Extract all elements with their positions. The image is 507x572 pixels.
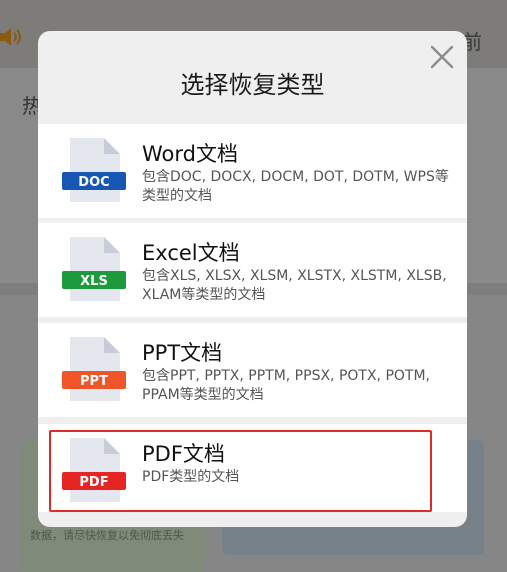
recovery-type-dialog: 选择恢复类型 DOC Word文档 包含DOC, DOCX, DOCM, DOT… [38,31,467,527]
option-pdf[interactable]: PDF PDF文档 PDF类型的文档 [38,424,467,512]
option-word[interactable]: DOC Word文档 包含DOC, DOCX, DOCM, DOT, DOTM,… [38,124,467,218]
pdf-file-icon: PDF [62,438,126,502]
option-word-title: Word文档 [142,142,238,166]
doc-file-icon: DOC [62,138,126,202]
pdf-badge-text: PDF [79,475,108,490]
xls-file-icon: XLS [62,237,126,301]
close-icon[interactable] [428,43,456,71]
option-ppt[interactable]: PPT PPT文档 包含PPT, PPTX, PPTM, PPSX, POTX,… [38,323,467,417]
ppt-file-icon: PPT [62,337,126,401]
option-ppt-title: PPT文档 [142,341,223,365]
option-pdf-title: PDF文档 [142,442,225,466]
ppt-badge-text: PPT [80,374,108,389]
xls-badge-text: XLS [80,274,108,289]
speaker-icon [0,28,21,46]
option-excel-desc: 包含XLS, XLSX, XLSM, XLSTX, XLSTM, XLSB, X… [142,268,447,303]
background-banner-text: 数据，请尽快恢复以免彻底丢失 [30,529,184,542]
option-pdf-desc: PDF类型的文档 [142,469,240,485]
screen: 前 热 数据，请尽快恢复以免彻底丢失 选择恢复类型 DOC Word文档 包含D… [0,0,507,572]
option-excel[interactable]: XLS Excel文档 包含XLS, XLSX, XLSM, XLSTX, XL… [38,223,467,317]
option-word-desc: 包含DOC, DOCX, DOCM, DOT, DOTM, WPS等类型的文档 [142,169,449,204]
option-ppt-desc: 包含PPT, PPTX, PPTM, PPSX, POTX, POTM, PPA… [142,368,430,403]
dialog-title: 选择恢复类型 [180,71,325,99]
option-excel-title: Excel文档 [142,241,240,265]
doc-badge-text: DOC [78,175,109,190]
